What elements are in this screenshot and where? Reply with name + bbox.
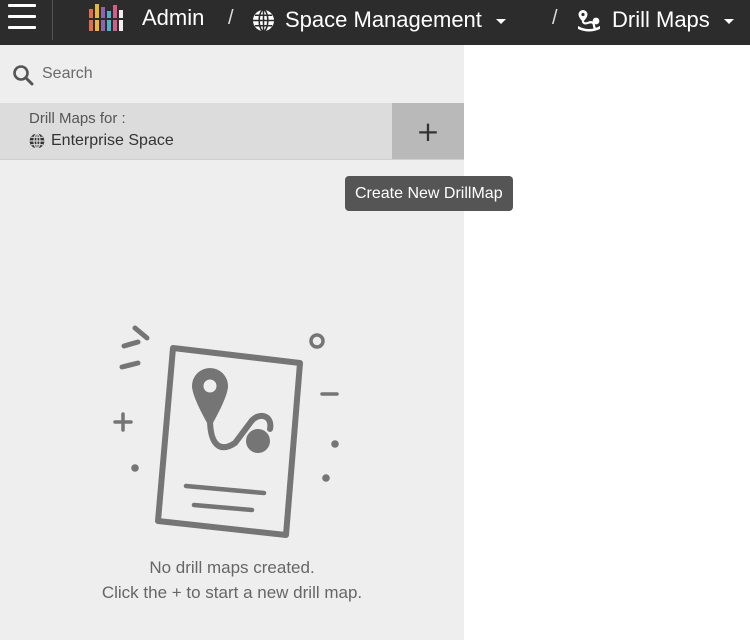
- drill-maps-panel: Drill Maps for : Enterprise Space +: [0, 45, 464, 640]
- create-drill-map-tooltip: Create New DrillMap: [345, 176, 513, 211]
- breadcrumb-drill-label: Drill Maps: [612, 7, 710, 32]
- scope-name: Enterprise Space: [29, 132, 174, 150]
- drill-maps-scope-header: Drill Maps for : Enterprise Space +: [0, 103, 464, 160]
- scope-label: Drill Maps for :: [29, 110, 126, 127]
- breadcrumb-separator: /: [552, 6, 558, 29]
- empty-state-line-1: No drill maps created.: [149, 558, 315, 577]
- caret-down-icon: [723, 19, 734, 24]
- empty-drill-map-illustration: [113, 325, 339, 538]
- create-drill-map-button[interactable]: +: [392, 103, 464, 159]
- search-icon: [13, 65, 34, 86]
- breadcrumb-separator: /: [228, 6, 234, 29]
- empty-state-message: No drill maps created. Click the + to st…: [0, 555, 464, 605]
- search-input[interactable]: [40, 63, 444, 85]
- scope-name-label: Enterprise Space: [51, 132, 174, 149]
- plus-icon: +: [416, 114, 440, 148]
- empty-state-line-2: Click the + to start a new drill map.: [101, 583, 363, 602]
- caret-down-icon: [495, 19, 506, 24]
- top-navigation-bar: Admin / Space Management / Drill Maps: [0, 0, 750, 45]
- globe-icon: [252, 8, 275, 32]
- app-logo-icon: [89, 4, 123, 31]
- search-bar: [0, 45, 464, 103]
- drill-map-icon: [578, 10, 600, 32]
- breadcrumb-space-management[interactable]: Space Management: [252, 0, 506, 40]
- breadcrumb-drill-maps[interactable]: Drill Maps: [576, 0, 734, 40]
- breadcrumb-space-label: Space Management: [285, 7, 482, 32]
- breadcrumb-admin-label: Admin: [142, 5, 205, 30]
- breadcrumb-admin[interactable]: Admin: [142, 0, 204, 38]
- hamburger-menu-icon[interactable]: [0, 0, 53, 40]
- globe-icon: [29, 133, 45, 149]
